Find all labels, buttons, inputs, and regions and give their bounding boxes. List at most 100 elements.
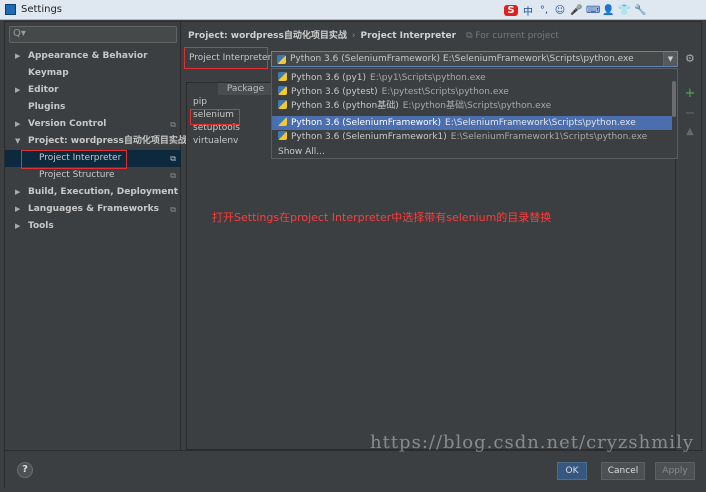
copy-icon: ⧉ — [170, 154, 176, 163]
sidebar-item-label: Project: wordpress自动化项目实战 — [28, 136, 187, 146]
sidebar-item-project[interactable]: ▼ Project: wordpress自动化项目实战 ⧉ — [5, 133, 187, 150]
sidebar-item-label: Tools — [28, 221, 54, 231]
add-package-icon[interactable]: + — [682, 86, 698, 106]
chevron-down-icon[interactable]: ▼ — [663, 52, 677, 66]
package-actions: + − ▲ — [682, 86, 698, 146]
sidebar-item-version-control[interactable]: ▶ Version Control ⧉ — [5, 116, 181, 133]
upgrade-package-icon[interactable]: ▲ — [682, 126, 698, 146]
remove-package-icon[interactable]: − — [682, 106, 698, 126]
dropdown-option[interactable]: Python 3.6 (pytest) E:\pytest\Scripts\pyt… — [272, 85, 672, 99]
user-icon[interactable]: 👤 — [602, 5, 614, 16]
search-input[interactable]: Q▾ — [9, 26, 177, 43]
emoji-icon[interactable]: ☺ — [554, 5, 566, 16]
sidebar-item-label: Editor — [28, 85, 59, 95]
settings-dialog: Q▾ ▶ Appearance & Behavior Keymap ▶ Edit… — [4, 21, 703, 489]
python-icon — [278, 131, 287, 140]
option-name: Python 3.6 (pytest) — [291, 87, 378, 97]
copy-icon: ⧉ — [170, 120, 176, 129]
sidebar-item-appearance[interactable]: ▶ Appearance & Behavior — [5, 48, 181, 65]
dropdown-option[interactable]: Python 3.6 (py1) E:\py1\Scripts\python.ex… — [272, 71, 672, 85]
python-icon — [278, 86, 287, 95]
expand-arrow-icon[interactable]: ▶ — [15, 82, 20, 99]
expand-arrow-icon[interactable]: ▶ — [15, 116, 20, 133]
option-path: E:\SeleniumFramework1\Scripts\python.exe — [450, 132, 648, 142]
package-column-header[interactable]: Package — [218, 83, 273, 95]
breadcrumb-separator: › — [351, 31, 356, 41]
table-row[interactable]: pip — [193, 96, 240, 109]
dropdown-option-selected[interactable]: Python 3.6 (SeleniumFramework) E:\Seleniu… — [272, 116, 672, 130]
dropdown-option[interactable]: Python 3.6 (python基础) E:\python基础\Scripts… — [272, 99, 672, 113]
option-name: Python 3.6 (python基础) — [291, 101, 399, 111]
breadcrumb-project: Project: wordpress自动化项目实战 — [188, 31, 347, 41]
sidebar-item-build[interactable]: ▶ Build, Execution, Deployment — [5, 184, 181, 201]
keyboard-icon[interactable]: ⌨ — [586, 5, 600, 16]
option-name: Python 3.6 (SeleniumFramework1) — [291, 132, 447, 142]
tools-icon[interactable]: 🔧 — [634, 5, 646, 16]
sidebar-item-label: Languages & Frameworks — [28, 204, 160, 214]
scope-hint: ⧉ For current project — [466, 31, 559, 41]
table-row[interactable]: virtualenv — [193, 135, 240, 148]
highlight-box — [190, 109, 240, 125]
expand-arrow-icon[interactable]: ▶ — [15, 48, 20, 65]
sidebar-item-label: Keymap — [28, 68, 69, 78]
sidebar-item-label: Plugins — [28, 102, 66, 112]
settings-sidebar: Q▾ ▶ Appearance & Behavior Keymap ▶ Edit… — [5, 22, 187, 450]
expand-arrow-icon[interactable]: ▶ — [15, 184, 20, 201]
watermark: https://blog.csdn.net/cryzshmily — [370, 432, 694, 453]
sidebar-item-label: Appearance & Behavior — [28, 51, 148, 61]
sidebar-item-label: Project Structure — [39, 170, 115, 180]
copy-icon: ⧉ — [170, 137, 176, 146]
gear-icon[interactable]: ⚙ — [685, 52, 695, 65]
python-icon — [277, 55, 286, 64]
option-path: E:\python基础\Scripts\python.exe — [402, 101, 552, 111]
help-button[interactable]: ? — [17, 462, 33, 478]
settings-tree: ▶ Appearance & Behavior Keymap ▶ Editor … — [5, 48, 187, 235]
ime-icon[interactable]: S — [504, 4, 518, 16]
copy-icon: ⧉ — [170, 171, 176, 180]
python-icon — [278, 100, 287, 109]
option-path: E:\pytest\Scripts\python.exe — [381, 87, 509, 97]
interpreter-name: Python 3.6 (SeleniumFramework) — [290, 54, 441, 64]
interpreter-label: Project Interpreter: — [189, 53, 275, 63]
dialog-footer: ? OK Cancel Apply — [5, 450, 703, 489]
cancel-button[interactable]: Cancel — [601, 462, 645, 480]
option-path: E:\SeleniumFramework\Scripts\python.exe — [445, 118, 636, 128]
expand-arrow-icon[interactable]: ▶ — [15, 201, 20, 218]
microphone-icon[interactable]: 🎤 — [570, 5, 582, 16]
python-icon — [278, 72, 287, 81]
collapse-arrow-icon[interactable]: ▼ — [15, 133, 20, 150]
option-path: E:\py1\Scripts\python.exe — [370, 73, 486, 83]
option-name: Python 3.6 (SeleniumFramework) — [291, 118, 442, 128]
system-tray: S 中 °, ☺ 🎤 ⌨ 👤 👕 🔧 — [504, 2, 646, 18]
sidebar-item-editor[interactable]: ▶ Editor — [5, 82, 181, 99]
sidebar-item-languages[interactable]: ▶ Languages & Frameworks ⧉ — [5, 201, 181, 218]
app-icon — [5, 4, 16, 15]
ok-button[interactable]: OK — [557, 462, 587, 480]
apply-button[interactable]: Apply — [655, 462, 695, 480]
python-icon — [278, 117, 287, 126]
sidebar-item-tools[interactable]: ▶ Tools — [5, 218, 181, 235]
annotation-text: 打开Settings在project Interpreter中选择带有selen… — [212, 211, 552, 224]
chinese-mode-icon[interactable]: 中 — [522, 3, 534, 18]
show-all-option[interactable]: Show All... — [272, 145, 672, 159]
sidebar-item-keymap[interactable]: Keymap — [5, 65, 181, 82]
window-titlebar: Settings S 中 °, ☺ 🎤 ⌨ 👤 👕 🔧 — [0, 0, 706, 20]
sidebar-item-plugins[interactable]: Plugins — [5, 99, 181, 116]
main-panel: Project: wordpress自动化项目实战 › Project Interp… — [182, 22, 703, 450]
highlight-box — [21, 150, 127, 169]
window-title: Settings — [21, 4, 63, 15]
sidebar-item-project-structure[interactable]: Project Structure ⧉ — [5, 167, 181, 184]
breadcrumb: Project: wordpress自动化项目实战 › Project Interp… — [188, 28, 559, 41]
dropdown-scrollbar[interactable] — [672, 81, 676, 117]
interpreter-select[interactable]: Python 3.6 (SeleniumFramework) E:\Seleni… — [271, 51, 678, 67]
option-name: Python 3.6 (py1) — [291, 73, 367, 83]
interpreter-select-value: Python 3.6 (SeleniumFramework) E:\Seleni… — [290, 54, 634, 64]
sidebar-item-label: Build, Execution, Deployment — [28, 187, 179, 197]
skin-icon[interactable]: 👕 — [618, 5, 630, 16]
dropdown-option[interactable]: Python 3.6 (SeleniumFramework1) E:\Seleni… — [272, 130, 672, 144]
search-icon: Q▾ — [13, 28, 26, 39]
copy-icon: ⧉ — [170, 205, 176, 214]
punctuation-icon[interactable]: °, — [538, 5, 550, 16]
expand-arrow-icon[interactable]: ▶ — [15, 218, 20, 235]
breadcrumb-page: Project Interpreter — [360, 31, 457, 41]
